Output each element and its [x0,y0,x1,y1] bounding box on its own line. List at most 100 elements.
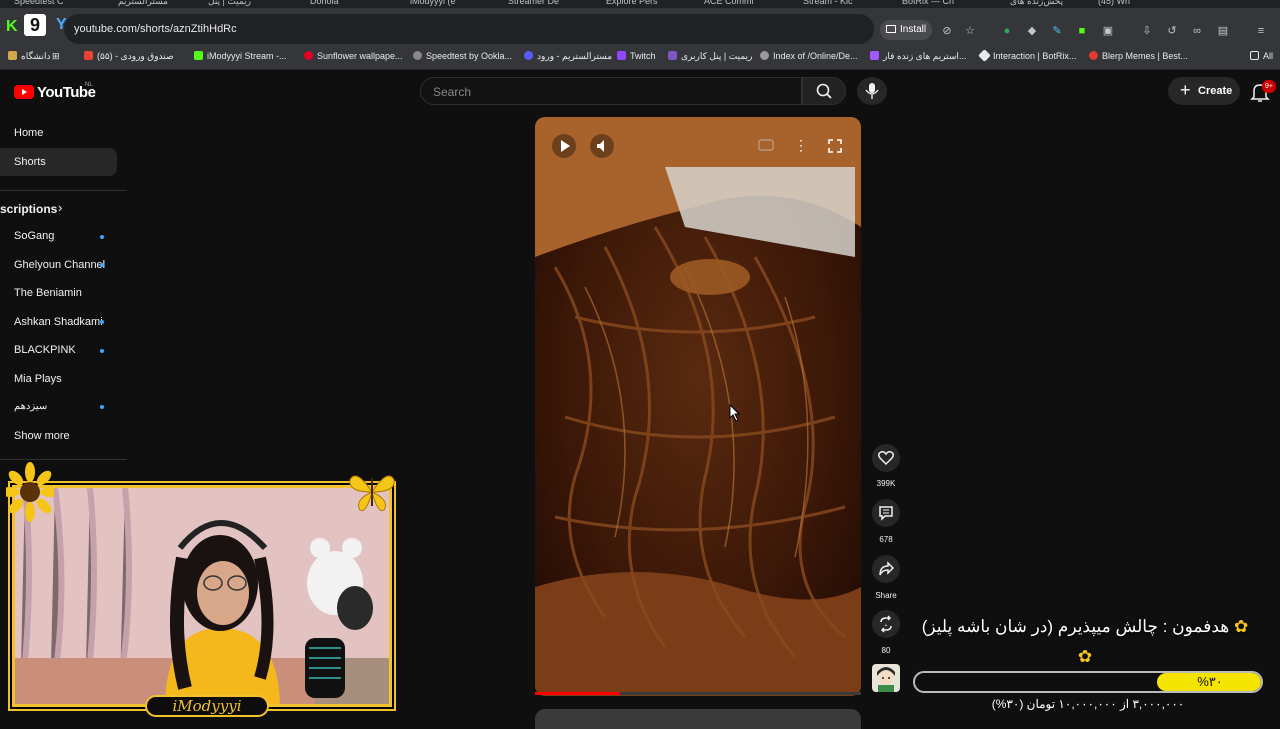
tab-youtube-active[interactable]: (45) Wh [1098,0,1130,8]
extension-green-icon[interactable]: ● [1000,24,1014,38]
sunflower-decoration-icon [6,462,54,522]
captions-icon[interactable] [758,138,774,152]
bookmark-label: صندوق ورودی - (۵۵) [97,51,174,61]
sidebar-channel-ashkan-shadkami[interactable]: Ashkan Shadkami [14,316,103,328]
gmail-icon [84,51,93,60]
share-icon [879,561,895,576]
sunflower-icon: ✿ [1234,617,1249,636]
next-short-preview[interactable] [535,709,861,729]
tab-masterstream[interactable]: مسترالستریم [118,0,168,8]
apps-grid-icon[interactable]: ⊞ [52,51,60,62]
bookmark-label: دانشگاه [21,51,51,61]
tab-explore[interactable]: Explore Pers [606,0,658,8]
bookmark-gmail[interactable]: صندوق ورودی - (۵۵) [84,51,174,62]
like-count: 399K [876,479,896,488]
sidebar-channel-blackpink[interactable]: BLACKPINK [14,344,76,356]
history-icon[interactable]: ↺ [1165,24,1179,38]
bookmark-label: Index of /Online/De... [773,51,858,61]
remix-icon: + [880,615,892,633]
shield-icon[interactable]: ◆ [1025,24,1039,38]
install-app-button[interactable]: Install [880,20,932,40]
url-field[interactable]: youtube.com/shorts/aznZtihHdRc [64,14,874,44]
extension-translate-icon[interactable]: ✎ [1050,24,1064,38]
tab-donola[interactable]: Donola [310,0,339,8]
donation-goal-percent: %۳۰ [1197,674,1223,689]
bookmark-university[interactable]: دانشگاه [8,51,50,62]
sidebar-channel-the-beniamin[interactable]: The Beniamin [14,287,82,299]
extension-kick-icon[interactable]: ■ [1075,24,1089,38]
sidebar-item-home[interactable]: Home [14,127,43,139]
bookmark-botrix[interactable]: Interaction | BotRix... [978,49,1076,62]
all-bookmarks[interactable]: All [1250,51,1273,61]
menu-icon[interactable]: ≡ [1254,24,1268,38]
sidebar-channel-sizdahom[interactable]: سیزدهم [14,401,47,412]
video-progress-fill [535,692,620,695]
new-content-dot [100,320,104,324]
comment-count: 678 [879,535,893,544]
bookmark-label: مسترالستریم - ورود [537,51,613,61]
sidebar-channel-sogang[interactable]: SoGang [14,230,54,242]
bookmark-speedtest[interactable]: Speedtest by Ookla... [413,51,512,61]
play-icon[interactable] [552,134,576,158]
channel-avatar[interactable] [872,664,900,692]
sidebar-item-shorts[interactable]: Shorts [14,156,46,168]
region-code: NL [85,82,93,88]
link-icon[interactable]: ∞ [1190,24,1204,38]
tab-live-streams[interactable]: پخش‌زنده های [1010,0,1063,8]
tab-ace[interactable]: ACE Commi [704,0,754,8]
fullscreen-icon[interactable] [826,137,844,155]
create-label: Create [1198,85,1233,97]
bookmark-sunflower[interactable]: Sunflower wallpape... [304,51,403,61]
tab-kick-stream[interactable]: Stream - Kic [803,0,853,8]
star-icon[interactable]: ☆ [963,24,977,38]
mouse-cursor-icon [729,404,741,422]
botrix-icon [978,49,991,62]
bookmark-index-online[interactable]: Index of /Online/De... [760,51,858,61]
like-button[interactable] [872,444,900,472]
chevron-right-icon[interactable]: › [58,200,62,215]
tab-botrix[interactable]: BotRix — Ch [902,0,954,8]
microphone-icon [865,83,879,99]
voice-search-button[interactable] [857,77,887,105]
bookmark-twitch[interactable]: Twitch [617,51,656,61]
donation-goal-title: ✿ هدفمون : چالش میپذیرم (در شان باشه پلی… [915,612,1255,672]
kick-icon [194,51,203,60]
share-label: Share [875,591,897,600]
show-more-button[interactable]: Show more [14,430,70,442]
blerp-icon [1089,51,1098,60]
subscriptions-heading[interactable]: scriptions [0,202,57,216]
share-button[interactable] [872,555,900,583]
volume-icon[interactable] [590,134,614,158]
youtube-logo[interactable]: YouTube [14,82,96,102]
puzzle-icon[interactable]: ▣ [1101,24,1115,38]
tab-speedtest[interactable]: Speedtest C [14,0,64,8]
search-button[interactable] [802,77,846,105]
short-video-player[interactable] [535,117,861,696]
bookmark-remit[interactable]: ریمیت | پنل کاربری [668,51,752,62]
comments-button[interactable] [872,499,900,527]
tab-imodyyyi[interactable]: iModyyyi (e [410,0,456,8]
bookmark-imodyyyi-stream[interactable]: iModyyyi Stream -... [194,51,287,61]
address-bar-row: K 9 Y youtube.com/shorts/aznZtihHdRc Ins… [0,8,1280,44]
donation-goal-amount: ۳,۰۰۰,۰۰۰ از ۱۰,۰۰۰,۰۰۰ تومان (۳۰%) [991,697,1185,711]
sidebar-channel-ghelyoun[interactable]: Ghelyoun Channel [14,259,105,271]
bookmark-blerp[interactable]: Blerp Memes | Best... [1089,51,1188,61]
sidebar-divider [0,459,127,460]
create-button[interactable]: + Create [1168,77,1240,105]
download-icon[interactable]: ⇩ [1140,24,1154,38]
more-options-icon[interactable]: ⋮ [792,136,810,154]
sidebar-channel-mia-plays[interactable]: Mia Plays [14,373,62,385]
tab-remit[interactable]: ریمیت | پنل [208,0,251,8]
search-input[interactable]: Search [420,77,802,105]
tab-streamer-dev[interactable]: Streamer De [508,0,559,8]
eye-off-icon[interactable]: ⊘ [940,24,954,38]
folder-icon [1250,51,1259,60]
bookmark-masterstream[interactable]: مسترالستریم - ورود [524,51,612,62]
folder-icon [8,51,17,60]
youtube-play-logo-icon [14,85,34,99]
sidebar-divider [0,190,127,191]
comment-icon [879,506,893,521]
remix-button[interactable]: + [872,610,900,638]
print-icon[interactable]: ▤ [1216,24,1230,38]
bookmark-live-streams[interactable]: استریم های زنده فار... [870,51,966,62]
